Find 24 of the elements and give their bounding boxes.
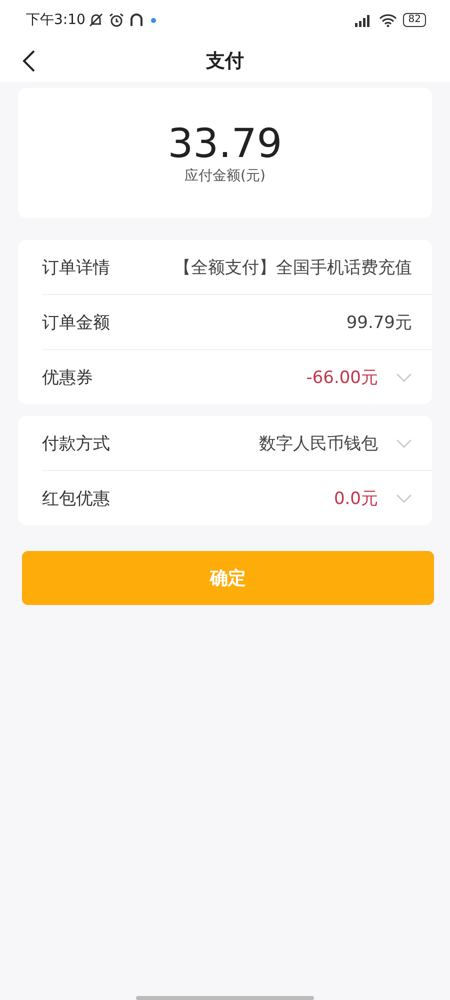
bell-off-icon bbox=[89, 13, 104, 27]
battery-level: 82 bbox=[403, 13, 426, 27]
amount-label: 应付金额(元) bbox=[184, 167, 266, 185]
headphones-icon bbox=[130, 13, 144, 27]
wifi-icon bbox=[379, 14, 398, 26]
row-value[interactable]: 数字人民币钱包 bbox=[259, 432, 378, 454]
alarm-icon bbox=[109, 12, 124, 28]
row-value[interactable]: 0.0元 bbox=[334, 486, 378, 510]
notification-dot bbox=[151, 18, 156, 22]
page-title: 支付 bbox=[206, 49, 244, 74]
row-label: 优惠券 bbox=[42, 366, 93, 388]
chevron-down-icon bbox=[396, 438, 412, 448]
row-value: 【全额支付】全国手机话费充值 bbox=[174, 256, 412, 278]
row-label: 付款方式 bbox=[42, 432, 110, 454]
status-time: 下午3:10 bbox=[26, 11, 86, 29]
chevron-down-icon bbox=[396, 372, 412, 382]
row-label: 订单金额 bbox=[42, 312, 110, 334]
amount-value: 33.79 bbox=[168, 121, 282, 167]
chevron-down-icon bbox=[396, 494, 412, 502]
row-value[interactable]: -66.00元 bbox=[306, 366, 378, 388]
row-value: 99.79元 bbox=[346, 312, 412, 334]
row-label: 红包优惠 bbox=[42, 488, 110, 510]
back-icon[interactable] bbox=[22, 50, 36, 72]
row-label: 订单详情 bbox=[42, 256, 110, 278]
